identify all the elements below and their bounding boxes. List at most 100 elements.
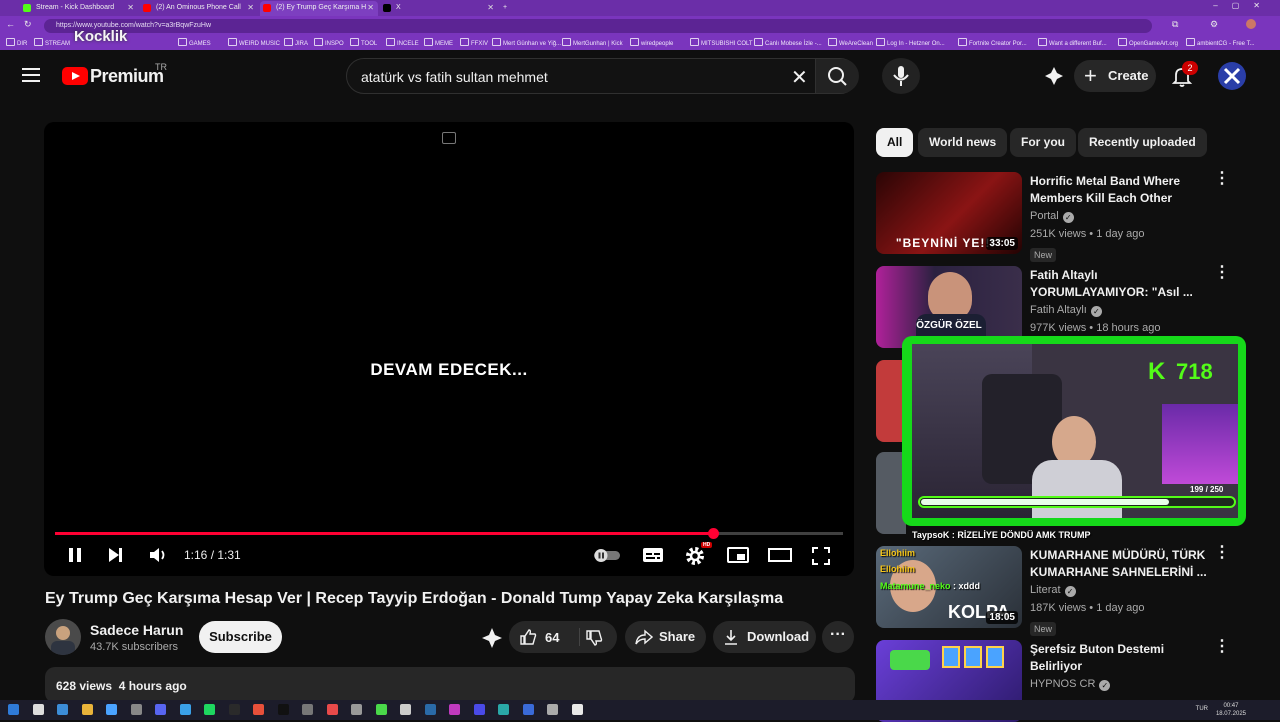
reload-icon[interactable]: ↻ bbox=[24, 19, 32, 30]
sparkle-icon[interactable] bbox=[1044, 66, 1064, 86]
chip-recently-uploaded[interactable]: Recently uploaded bbox=[1078, 128, 1207, 157]
bookmark-item[interactable]: ambientCG - Free T... bbox=[1186, 38, 1255, 49]
taskbar-app-icon[interactable] bbox=[179, 704, 191, 715]
chip-world-news[interactable]: World news bbox=[918, 128, 1008, 157]
close-icon[interactable]: ✕ bbox=[487, 1, 494, 15]
taskbar-app-icon[interactable] bbox=[571, 704, 583, 715]
chip-all[interactable]: All bbox=[876, 128, 914, 157]
taskbar-app-icon[interactable] bbox=[302, 704, 313, 715]
voice-search-button[interactable] bbox=[882, 58, 920, 94]
taskbar-app-icon[interactable] bbox=[57, 704, 68, 715]
kebab-menu-icon[interactable]: ⋮ bbox=[1214, 265, 1230, 281]
taskbar-app-icon[interactable] bbox=[130, 704, 142, 715]
taskbar-app-icon[interactable] bbox=[449, 704, 460, 715]
bookmark-item[interactable]: MertGunhan | Kick bbox=[562, 38, 623, 49]
start-menu-icon[interactable] bbox=[8, 704, 19, 715]
bookmark-item[interactable]: wiredpeople bbox=[630, 38, 673, 49]
taskbar-app-icon[interactable] bbox=[473, 704, 485, 715]
settings-icon[interactable]: ⚙ bbox=[1210, 19, 1218, 30]
bookmark-item[interactable]: Want a different Buf... bbox=[1038, 38, 1107, 49]
close-icon[interactable]: ✕ bbox=[127, 1, 134, 15]
bookmark-item[interactable]: WeAreClean bbox=[828, 38, 873, 49]
taskbar-app-icon[interactable] bbox=[106, 704, 117, 715]
recommendation-channel[interactable]: HYPNOS CR ✓ bbox=[1030, 678, 1111, 691]
dislike-icon[interactable] bbox=[585, 629, 603, 647]
bookmark-item[interactable]: STREAM bbox=[34, 38, 70, 49]
chip-for-you[interactable]: For you bbox=[1010, 128, 1076, 157]
bookmark-item[interactable]: MITSUBISHI COLT bbox=[690, 38, 753, 49]
browser-tab-x[interactable]: X ✕ bbox=[380, 1, 498, 16]
bookmark-item[interactable]: INCELE bbox=[386, 38, 419, 49]
system-clock[interactable]: 00:47 18.07.2025 bbox=[1216, 702, 1246, 718]
taskbar-app-icon[interactable] bbox=[155, 704, 166, 715]
bookmark-item[interactable]: GAMES bbox=[178, 38, 211, 49]
browser-tab-youtube-active[interactable]: (2) Ey Trump Geç Karşıma H ✕ bbox=[260, 1, 378, 16]
settings-gear-icon[interactable] bbox=[685, 546, 705, 566]
taskbar-app-icon[interactable] bbox=[326, 704, 338, 715]
bookmark-item[interactable]: WEIRD MUSIC bbox=[228, 38, 280, 49]
channel-avatar[interactable] bbox=[45, 619, 81, 655]
ask-ai-icon[interactable] bbox=[480, 626, 504, 650]
bookmark-item[interactable]: Canlı Mobese İzle -... bbox=[754, 38, 822, 49]
download-button[interactable]: Download bbox=[713, 621, 816, 653]
bookmark-item[interactable]: JIRA bbox=[284, 38, 308, 49]
profile-icon[interactable] bbox=[1246, 19, 1256, 29]
taskbar-app-icon[interactable] bbox=[228, 704, 240, 715]
bookmark-item[interactable]: TOOL bbox=[350, 38, 377, 49]
channel-name[interactable]: Sadece Harun bbox=[90, 622, 183, 638]
bookmark-item[interactable]: OpenGameArt.org bbox=[1118, 38, 1178, 49]
bookmark-item[interactable]: INSPO bbox=[314, 38, 344, 49]
notifications-button[interactable]: 2 bbox=[1170, 61, 1198, 88]
recommendation-channel[interactable]: Literat ✓ bbox=[1030, 584, 1076, 597]
browser-tab-youtube-1[interactable]: (2) An Ominous Phone Call ✕ bbox=[140, 1, 258, 16]
recommendation-channel[interactable]: Fatih Altaylı ✓ bbox=[1030, 304, 1102, 317]
close-icon[interactable]: ✕ bbox=[367, 1, 374, 15]
taskbar-app-icon[interactable] bbox=[375, 704, 387, 715]
taskbar-app-icon[interactable] bbox=[277, 704, 289, 715]
recommendation-title[interactable]: Horrific Metal Band Where Members Kill E… bbox=[1030, 173, 1210, 207]
taskbar-app-icon[interactable] bbox=[32, 704, 44, 715]
bookmark-item[interactable]: Mert Günhan ve Yiğ... bbox=[492, 38, 561, 49]
captions-icon[interactable] bbox=[642, 546, 664, 564]
taskbar-app-icon[interactable] bbox=[81, 704, 93, 715]
description-box[interactable]: 628 views 4 hours ago bbox=[45, 667, 855, 703]
close-icon[interactable]: ✕ bbox=[247, 1, 254, 15]
language-indicator[interactable]: TUR bbox=[1196, 706, 1208, 712]
menu-icon[interactable] bbox=[22, 68, 40, 82]
autoplay-toggle[interactable] bbox=[592, 546, 622, 564]
progress-bar[interactable] bbox=[55, 528, 843, 539]
more-actions-button[interactable]: ··· bbox=[822, 621, 854, 653]
theater-mode-icon[interactable] bbox=[768, 546, 792, 564]
search-box[interactable]: atatürk vs fatih sultan mehmet ✕ bbox=[346, 58, 859, 94]
kebab-menu-icon[interactable]: ⋮ bbox=[1214, 171, 1230, 187]
avatar[interactable] bbox=[1218, 62, 1246, 90]
kebab-menu-icon[interactable]: ⋮ bbox=[1214, 639, 1230, 655]
taskbar-app-icon[interactable] bbox=[400, 704, 411, 715]
taskbar-app-icon[interactable] bbox=[547, 704, 558, 715]
back-icon[interactable]: ← bbox=[6, 19, 15, 29]
kebab-menu-icon[interactable]: ⋮ bbox=[1214, 545, 1230, 561]
taskbar-app-icon[interactable] bbox=[253, 704, 264, 715]
search-input[interactable]: atatürk vs fatih sultan mehmet bbox=[361, 69, 548, 85]
taskbar-app-icon[interactable] bbox=[351, 704, 362, 715]
new-tab-button[interactable]: + bbox=[500, 1, 514, 16]
next-icon[interactable] bbox=[106, 546, 124, 564]
video-player[interactable]: DEVAM EDECEK... 1:16 / 1:31 HD bbox=[44, 122, 854, 576]
bookmark-item[interactable]: DIR bbox=[6, 38, 27, 49]
bookmark-item[interactable]: Fortnite Creator Por... bbox=[958, 38, 1027, 49]
taskbar-app-icon[interactable] bbox=[424, 704, 436, 715]
create-button[interactable]: + Create bbox=[1074, 60, 1156, 92]
extensions-icon[interactable]: ⧉ bbox=[1172, 19, 1178, 30]
video-thumbnail[interactable]: "BEYNİNİ YE!!!" 33:05 bbox=[876, 172, 1022, 254]
browser-tab-kick[interactable]: Stream - Kick Dashboard ✕ bbox=[20, 1, 138, 16]
pause-icon[interactable] bbox=[66, 546, 84, 564]
clear-search-icon[interactable]: ✕ bbox=[791, 65, 808, 90]
volume-icon[interactable] bbox=[148, 546, 168, 564]
recommendation-title[interactable]: Fatih Altaylı YORUMLAYAMIYOR: "Asıl ... bbox=[1030, 267, 1210, 301]
bookmark-item[interactable]: Log In - Hetzner On... bbox=[876, 38, 945, 49]
fullscreen-icon[interactable] bbox=[811, 546, 831, 566]
bookmark-item[interactable]: FFXIV bbox=[460, 38, 488, 49]
bookmark-item[interactable]: MEME bbox=[424, 38, 453, 49]
search-button[interactable] bbox=[815, 59, 859, 93]
recommendation-title[interactable]: KUMARHANE MÜDÜRÜ, TÜRK KUMARHANE SAHNELE… bbox=[1030, 547, 1210, 581]
